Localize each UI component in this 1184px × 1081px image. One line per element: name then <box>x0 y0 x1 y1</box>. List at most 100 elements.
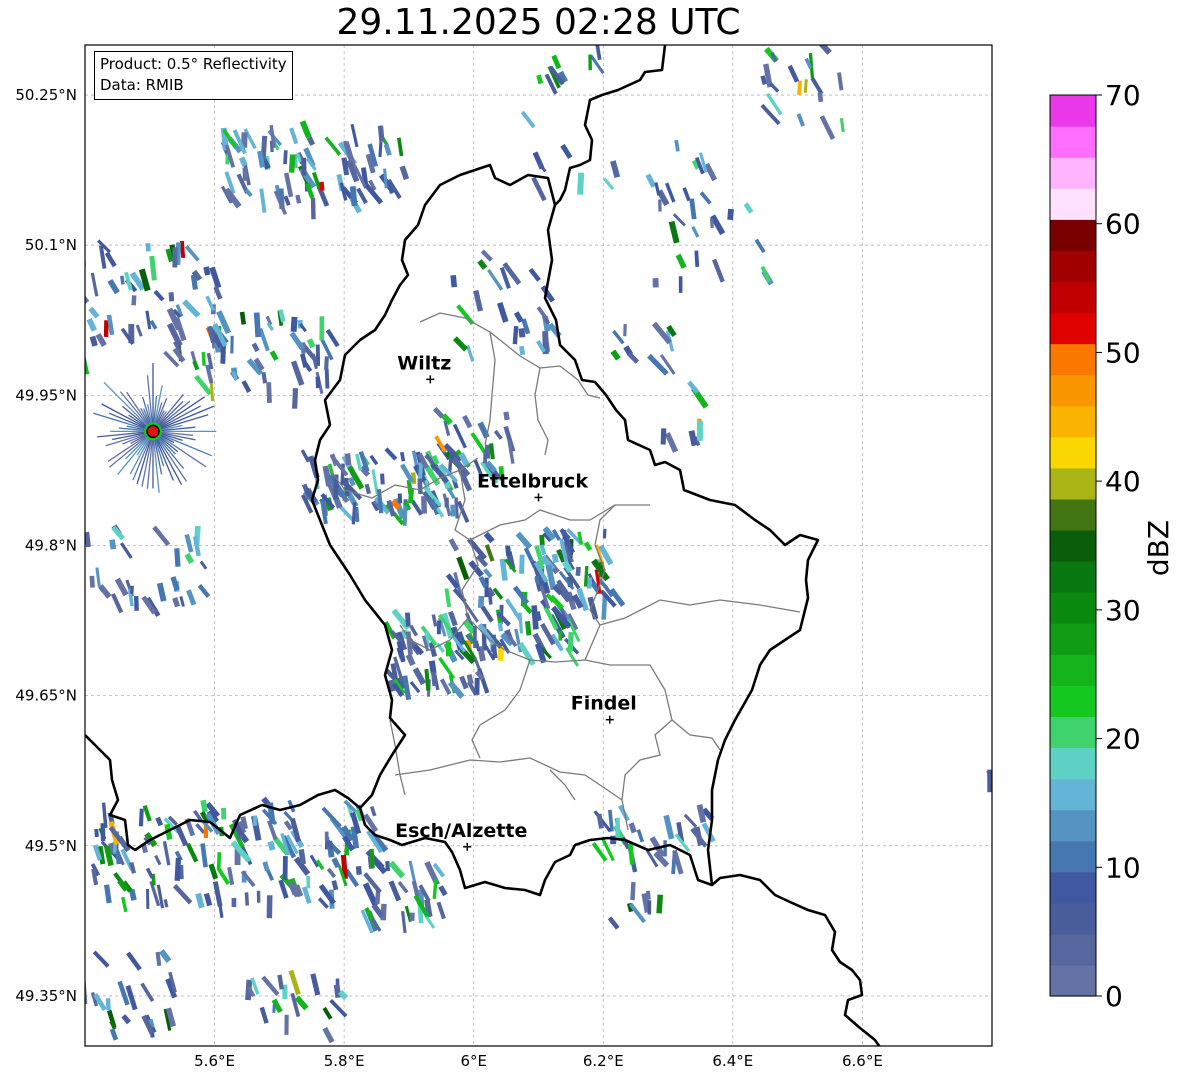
lon-tick-label: 6°E <box>460 1052 487 1070</box>
echo-cell <box>284 1014 289 1035</box>
echo-cell <box>79 1022 85 1034</box>
city-label: Wiltz <box>397 352 451 374</box>
lat-tick-label: 49.65°N <box>15 687 77 705</box>
lon-tick-label: 6.2°E <box>583 1052 624 1070</box>
echo-cell <box>409 912 415 921</box>
echo-cell <box>216 852 222 871</box>
echo-cell <box>138 808 144 827</box>
echo-cell <box>94 828 99 838</box>
echo-cell <box>256 890 261 903</box>
echo-cell <box>145 888 150 909</box>
echo-cell <box>474 677 480 695</box>
echo-cell <box>567 632 574 652</box>
echo-cell <box>310 197 316 220</box>
echo-cell <box>647 900 652 915</box>
echo-cell <box>405 612 411 627</box>
echo-cell <box>134 596 139 611</box>
lat-tick-label: 49.8°N <box>25 537 77 555</box>
echo-cell <box>324 831 329 841</box>
echo-cell <box>996 761 1006 781</box>
echo-cell <box>290 316 298 332</box>
echo-cell <box>129 585 134 594</box>
radar-map: Wiltz Ettelbruck Findel Esch/Alzette 50.25°… <box>15 44 1011 1070</box>
echo-cell <box>660 428 667 445</box>
echo-cell <box>231 897 237 908</box>
city-label: Esch/Alzette <box>395 820 527 842</box>
echo-cell <box>421 496 427 514</box>
echo-cell <box>385 861 390 872</box>
echo-cell <box>987 769 992 793</box>
echo-cell <box>652 278 659 288</box>
echo-cell <box>615 817 620 841</box>
radar-site-marker <box>146 424 160 439</box>
echo-cell <box>630 881 636 901</box>
echo-cell <box>242 167 249 181</box>
echo-cell <box>355 865 362 875</box>
echo-cell <box>168 292 175 302</box>
echo-cell <box>221 807 227 820</box>
echo-cell <box>575 566 581 577</box>
echo-cell <box>623 323 627 337</box>
echo-cell <box>244 892 250 906</box>
echo-cell <box>266 895 273 919</box>
echo-cell <box>292 388 299 409</box>
echo-cell <box>417 478 423 495</box>
echo-cell <box>656 894 663 914</box>
echo-cell <box>450 504 457 517</box>
echo-cell <box>397 493 403 504</box>
echo-cell <box>473 625 477 648</box>
echo-cell <box>998 777 1011 798</box>
echo-cell <box>105 998 111 1011</box>
echo-cell <box>282 855 288 880</box>
lon-tick-label: 6.6°E <box>842 1052 883 1070</box>
echo-cell <box>450 275 458 288</box>
echo-cell <box>266 382 272 403</box>
echo-cell <box>519 554 525 574</box>
lat-tick-label: 49.35°N <box>15 987 77 1005</box>
echo-cell <box>319 316 325 341</box>
echo-cell <box>306 875 311 889</box>
echo-cell <box>588 54 592 71</box>
echo-cell <box>172 247 178 268</box>
lon-tick-label: 6.4°E <box>712 1052 753 1070</box>
lon-tick-label: 5.8°E <box>324 1052 365 1070</box>
product-info-box: Product: 0.5° Reflectivity Data: RMIB <box>94 51 293 100</box>
echo-cell <box>315 376 321 389</box>
echo-cell <box>558 630 563 641</box>
echo-cell <box>324 356 329 370</box>
echo-cell <box>577 172 585 195</box>
echo-cell <box>727 208 734 221</box>
echo-cell <box>697 420 703 441</box>
echo-cell <box>100 823 106 842</box>
echo-cell <box>518 328 526 338</box>
city-label: Ettelbruck <box>477 470 588 492</box>
echo-cell <box>319 181 325 191</box>
lon-tick-label: 5.6°E <box>194 1052 235 1070</box>
echo-cell <box>252 815 258 826</box>
product-label: Product: 0.5° Reflectivity <box>100 55 287 73</box>
echo-cell <box>301 157 307 176</box>
echo-cell <box>477 595 485 609</box>
echo-cell <box>658 199 662 212</box>
echo-cell <box>230 335 234 354</box>
echo-cell <box>89 575 95 588</box>
echo-cell <box>602 528 607 539</box>
echo-cell <box>344 453 352 466</box>
data-source-label: Data: RMIB <box>100 76 184 94</box>
echo-cell <box>483 450 488 464</box>
echo-cell <box>539 534 545 546</box>
echo-cell <box>288 154 296 173</box>
echo-cell <box>379 473 385 485</box>
lat-tick-label: 50.1°N <box>25 236 77 254</box>
echo-cell <box>444 497 449 508</box>
lat-tick-label: 49.95°N <box>15 386 77 404</box>
lat-tick-label: 50.25°N <box>15 86 77 104</box>
echo-cell <box>678 276 683 293</box>
echo-cell <box>445 641 452 657</box>
echo-cell <box>131 295 137 306</box>
echo-cell <box>145 243 151 252</box>
echo-cell <box>436 620 441 635</box>
echo-cell <box>272 1004 276 1013</box>
echo-cell <box>324 368 330 389</box>
lat-tick-label: 49.5°N <box>25 837 77 855</box>
